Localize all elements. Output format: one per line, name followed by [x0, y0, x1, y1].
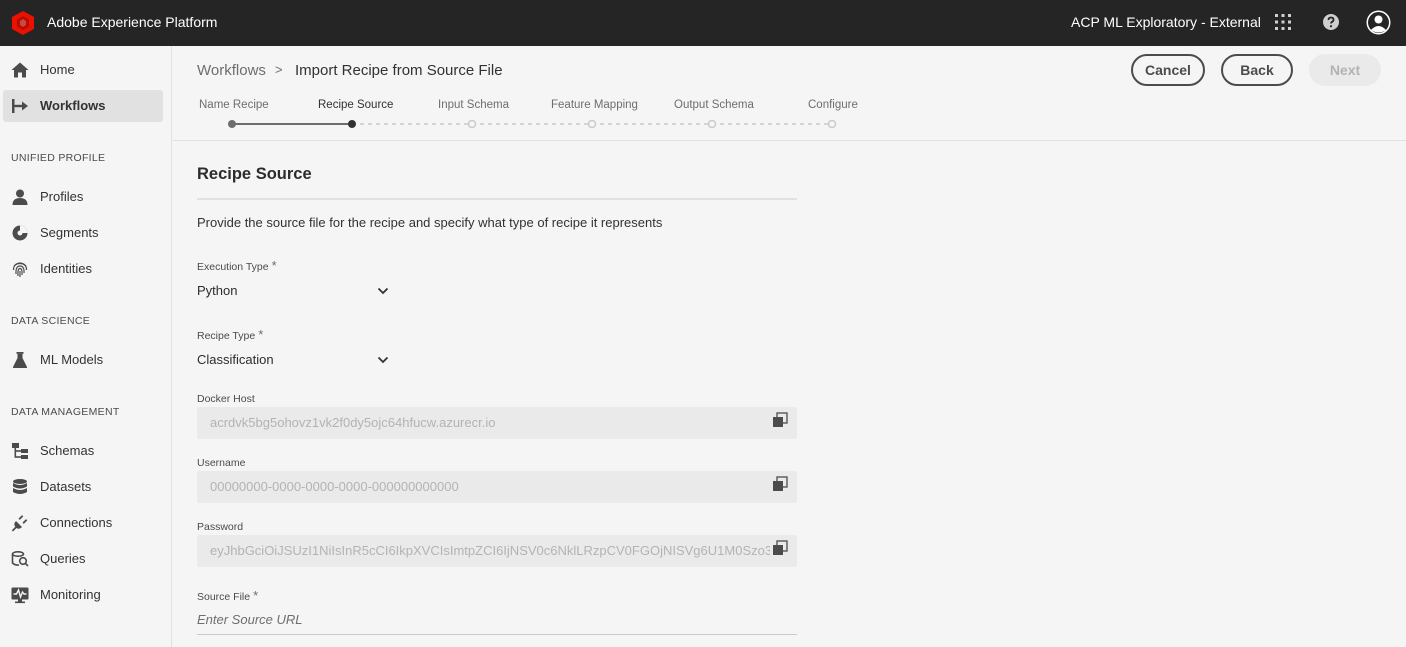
step-input-schema: Input Schema [438, 99, 509, 111]
cancel-button[interactable]: Cancel [1131, 54, 1205, 86]
username-label: Username [197, 457, 246, 469]
execution-type-label: Execution Type * [197, 258, 277, 273]
step-configure: Configure [808, 99, 858, 111]
sidebar-item-label: Datasets [40, 479, 92, 494]
sidebar-item-segments[interactable]: Segments [3, 217, 163, 249]
copy-icon[interactable] [772, 476, 788, 492]
sidebar-item-ml-models[interactable]: ML Models [3, 344, 163, 376]
copy-icon[interactable] [772, 412, 788, 428]
recipe-type-value: Classification [197, 352, 274, 367]
title-divider [197, 198, 797, 200]
database-icon [13, 479, 27, 494]
sidebar-item-profiles[interactable]: Profiles [3, 181, 163, 213]
chevron-down-icon [377, 356, 389, 364]
sidebar-item-label: Monitoring [40, 587, 101, 602]
top-bar: Adobe Experience Platform ACP ML Explora… [0, 0, 1406, 46]
chevron-down-icon [377, 287, 389, 295]
sidebar-item-connections[interactable]: Connections [3, 507, 163, 539]
section-label-unified-profile: UNIFIED PROFILE [11, 152, 106, 164]
step-dot-pending [467, 119, 477, 129]
user-icon [12, 189, 28, 205]
adobe-logo-icon[interactable] [10, 10, 36, 36]
section-description: Provide the source file for the recipe a… [197, 215, 663, 230]
step-dot-done [228, 120, 236, 128]
step-feature-mapping: Feature Mapping [551, 99, 638, 111]
password-field[interactable]: eyJhbGciOiJSUzI1NiIsInR5cCI6IkpXVCIsImtp… [197, 535, 797, 567]
segments-icon [12, 225, 28, 241]
stepper-track [228, 119, 837, 129]
app-title[interactable]: Adobe Experience Platform [47, 14, 217, 30]
flask-icon [12, 352, 28, 368]
docker-host-value: acrdvk5bg5ohovz1vk2f0dy5ojc64hfucw.azure… [210, 415, 496, 430]
sidebar-item-queries[interactable]: Queries [3, 543, 163, 575]
sidebar-item-schemas[interactable]: Schemas [3, 435, 163, 467]
workflows-icon [12, 99, 28, 113]
page-title: Import Recipe from Source File [295, 62, 503, 79]
docker-host-field[interactable]: acrdvk5bg5ohovz1vk2f0dy5ojc64hfucw.azure… [197, 407, 797, 439]
sidebar-item-datasets[interactable]: Datasets [3, 471, 163, 503]
sidebar: Home Workflows UNIFIED PROFILE Profiles … [0, 46, 172, 647]
sidebar-item-label: Profiles [40, 189, 84, 204]
recipe-type-dropdown[interactable]: Classification [197, 350, 393, 372]
sidebar-item-label: Schemas [40, 443, 95, 458]
step-output-schema: Output Schema [674, 99, 754, 111]
sidebar-item-label: Connections [40, 515, 113, 530]
step-name-recipe[interactable]: Name Recipe [199, 99, 269, 111]
step-dot-pending [827, 119, 837, 129]
plug-icon [11, 515, 28, 532]
docker-host-label: Docker Host [197, 393, 255, 405]
sidebar-item-identities[interactable]: Identities [3, 253, 163, 285]
source-file-label: Source File * [197, 588, 259, 603]
sidebar-item-monitoring[interactable]: Monitoring [3, 579, 163, 611]
monitor-icon [11, 587, 29, 604]
sidebar-item-label: Workflows [40, 98, 106, 113]
sidebar-item-home[interactable]: Home [3, 54, 163, 86]
help-icon[interactable] [1322, 13, 1340, 31]
sidebar-item-label: Segments [40, 225, 99, 240]
sidebar-item-label: Home [40, 62, 75, 77]
section-title: Recipe Source [197, 165, 312, 183]
username-field[interactable]: 00000000-0000-0000-0000-000000000000 [197, 471, 797, 503]
user-avatar-icon[interactable] [1366, 10, 1391, 35]
username-value: 00000000-0000-0000-0000-000000000000 [210, 479, 459, 494]
execution-type-dropdown[interactable]: Python [197, 281, 393, 303]
step-dot-pending [587, 119, 597, 129]
home-icon [11, 62, 29, 78]
header-divider [173, 140, 1406, 141]
org-switcher[interactable]: ACP ML Exploratory - External [1071, 14, 1261, 30]
copy-icon[interactable] [772, 540, 788, 556]
step-dot-current [348, 120, 356, 128]
source-url-input[interactable] [197, 605, 797, 635]
password-label: Password [197, 521, 244, 533]
step-recipe-source[interactable]: Recipe Source [318, 99, 393, 111]
section-label-data-management: DATA MANAGEMENT [11, 406, 120, 418]
next-button[interactable]: Next [1309, 54, 1381, 86]
required-mark: * [253, 588, 259, 603]
schema-icon [12, 443, 28, 459]
password-value: eyJhbGciOiJSUzI1NiIsInR5cCI6IkpXVCIsImtp… [210, 543, 770, 558]
app-grid-icon[interactable] [1274, 13, 1292, 31]
fingerprint-icon [12, 262, 28, 277]
sidebar-item-label: Queries [40, 551, 86, 566]
sidebar-item-label: ML Models [40, 352, 104, 367]
breadcrumb-workflows[interactable]: Workflows [197, 62, 266, 79]
recipe-type-label: Recipe Type * [197, 327, 264, 342]
sidebar-item-label: Identities [40, 261, 93, 276]
execution-type-value: Python [197, 283, 238, 298]
breadcrumb-separator-icon: > [275, 62, 283, 77]
required-mark: * [271, 258, 277, 273]
required-mark: * [258, 327, 264, 342]
step-dot-pending [707, 119, 717, 129]
back-button[interactable]: Back [1221, 54, 1293, 86]
query-icon [11, 550, 29, 567]
section-label-data-science: DATA SCIENCE [11, 315, 91, 327]
